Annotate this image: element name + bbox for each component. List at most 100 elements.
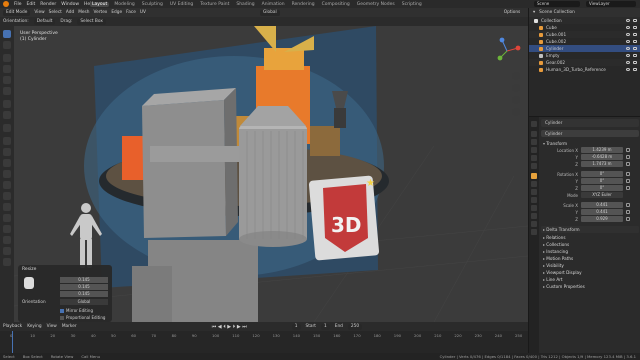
orientation-selector[interactable]: Global bbox=[60, 299, 108, 305]
extrude-tool-icon[interactable] bbox=[3, 137, 11, 145]
render-camera-icon[interactable] bbox=[633, 33, 637, 36]
visibility-eye-icon[interactable] bbox=[626, 40, 630, 43]
render-camera-icon[interactable] bbox=[633, 47, 637, 50]
viewport-display-section[interactable]: Viewport Display bbox=[541, 269, 639, 276]
texture-tab-icon[interactable] bbox=[531, 229, 537, 235]
redo-panel-title[interactable]: Resize bbox=[18, 265, 112, 274]
visibility-eye-icon[interactable] bbox=[626, 68, 630, 71]
zoom-icon[interactable] bbox=[512, 72, 520, 80]
lock-icon[interactable] bbox=[626, 148, 630, 152]
output-tab-icon[interactable] bbox=[531, 139, 537, 145]
outliner-row[interactable]: Cube.002 bbox=[529, 38, 640, 45]
timeline-area[interactable]: 0102030405060708090100110120130140150160… bbox=[0, 331, 528, 353]
render-camera-icon[interactable] bbox=[633, 26, 637, 29]
line-art-section[interactable]: Line Art bbox=[541, 276, 639, 283]
object-tab-icon[interactable] bbox=[531, 173, 537, 179]
menu-render[interactable]: Render bbox=[40, 2, 56, 7]
physics-tab-icon[interactable] bbox=[531, 197, 537, 203]
view-layer-selector[interactable]: ViewLayer bbox=[586, 1, 636, 7]
menu-marker[interactable]: Marker bbox=[62, 324, 77, 329]
tab-compositing[interactable]: Compositing bbox=[320, 2, 352, 7]
rotation-y-field[interactable]: 0° bbox=[581, 178, 623, 184]
particles-tab-icon[interactable] bbox=[531, 189, 537, 195]
menu-keying[interactable]: Keying bbox=[27, 324, 41, 329]
mirror-editing-checkbox[interactable]: Mirror Editing bbox=[60, 308, 93, 313]
blender-logo-icon[interactable] bbox=[3, 1, 9, 7]
shrink-fatten-tool-icon[interactable] bbox=[3, 236, 11, 244]
object-name-field[interactable]: Cylinder bbox=[541, 130, 639, 137]
scene-tab-icon[interactable] bbox=[531, 155, 537, 161]
scale-x-field[interactable]: 0.145 bbox=[60, 277, 108, 283]
lock-icon[interactable] bbox=[626, 179, 630, 183]
shear-tool-icon[interactable] bbox=[3, 247, 11, 255]
gray-lower-block[interactable] bbox=[132, 266, 172, 322]
human-reference[interactable] bbox=[70, 203, 102, 268]
scale-z-field[interactable]: 0.145 bbox=[60, 291, 108, 297]
relations-section[interactable]: Relations bbox=[541, 234, 639, 241]
transform-tool-icon[interactable] bbox=[3, 87, 11, 95]
visibility-eye-icon[interactable] bbox=[626, 61, 630, 64]
location-z-field[interactable]: 1.7473 m bbox=[581, 161, 623, 167]
edge-slide-tool-icon[interactable] bbox=[3, 225, 11, 233]
visibility-eye-icon[interactable] bbox=[626, 19, 630, 22]
start-frame-field[interactable]: 1 bbox=[321, 323, 330, 330]
menu-file[interactable]: File bbox=[14, 2, 22, 7]
constraints-tab-icon[interactable] bbox=[531, 205, 537, 211]
rotation-x-field[interactable]: 0° bbox=[581, 171, 623, 177]
lock-icon[interactable] bbox=[626, 172, 630, 176]
measure-tool-icon[interactable] bbox=[3, 111, 11, 119]
menu-view[interactable]: View bbox=[47, 324, 57, 329]
menu-vertex[interactable]: Vertex bbox=[94, 10, 108, 15]
camera-view-icon[interactable] bbox=[512, 96, 520, 104]
smooth-tool-icon[interactable] bbox=[3, 214, 11, 222]
orange-tower-cap[interactable] bbox=[264, 48, 304, 70]
scale-x-field[interactable]: 0.441 bbox=[581, 202, 623, 208]
collections-section[interactable]: Collections bbox=[541, 241, 639, 248]
render-camera-icon[interactable] bbox=[633, 54, 637, 57]
tab-layout[interactable]: Layout bbox=[90, 1, 110, 7]
menu-mesh[interactable]: Mesh bbox=[78, 10, 89, 15]
gear-strip[interactable] bbox=[150, 146, 240, 162]
scale-y-field[interactable]: 0.441 bbox=[581, 209, 623, 215]
lock-icon[interactable] bbox=[626, 203, 630, 207]
render-camera-icon[interactable] bbox=[633, 68, 637, 71]
inset-tool-icon[interactable] bbox=[3, 148, 11, 156]
annotate-tool-icon[interactable] bbox=[3, 100, 11, 108]
rip-region-tool-icon[interactable] bbox=[3, 258, 11, 266]
material-tab-icon[interactable] bbox=[531, 221, 537, 227]
scale-y-field[interactable]: 0.145 bbox=[60, 284, 108, 290]
poly-build-tool-icon[interactable] bbox=[3, 192, 11, 200]
rotate-tool-icon[interactable] bbox=[3, 65, 11, 73]
menu-select[interactable]: Select bbox=[49, 10, 62, 15]
tab-uv-editing[interactable]: UV Editing bbox=[168, 2, 195, 7]
view-layer-tab-icon[interactable] bbox=[531, 147, 537, 153]
menu-add[interactable]: Add bbox=[66, 10, 74, 15]
options-menu[interactable]: Options bbox=[504, 10, 521, 15]
data-tab-icon[interactable] bbox=[531, 213, 537, 219]
custom-properties-section[interactable]: Custom Properties bbox=[541, 283, 639, 290]
move-tool-icon[interactable] bbox=[3, 54, 11, 62]
playback-controls[interactable]: ⏮ ◀ ⏴ ▶ ⏵ ▶ ⏭ bbox=[212, 324, 247, 330]
outliner-row[interactable]: Human_3D_Turbo_Reference bbox=[529, 66, 640, 73]
current-frame-field[interactable]: 1 bbox=[291, 323, 301, 330]
outliner-row[interactable]: Cube.001 bbox=[529, 31, 640, 38]
render-camera-icon[interactable] bbox=[633, 61, 637, 64]
visibility-eye-icon[interactable] bbox=[626, 47, 630, 50]
menu-edge[interactable]: Edge bbox=[111, 10, 122, 15]
lock-icon[interactable] bbox=[626, 186, 630, 190]
end-frame-field[interactable]: 250 bbox=[347, 323, 363, 330]
tab-sculpting[interactable]: Sculpting bbox=[140, 2, 165, 7]
outliner-row[interactable]: Gear.002 bbox=[529, 59, 640, 66]
tab-rendering[interactable]: Rendering bbox=[290, 2, 317, 7]
tab-texture-paint[interactable]: Texture Paint bbox=[198, 2, 231, 7]
visibility-eye-icon[interactable] bbox=[626, 26, 630, 29]
lock-icon[interactable] bbox=[626, 155, 630, 159]
transform-section[interactable]: Transform bbox=[541, 140, 639, 147]
scale-z-field[interactable]: 0.929 bbox=[581, 216, 623, 222]
delta-transform-section[interactable]: Delta Transform bbox=[541, 226, 639, 233]
spin-tool-icon[interactable] bbox=[3, 203, 11, 211]
tool-tab-icon[interactable] bbox=[531, 121, 537, 127]
outliner-row[interactable]: Cube bbox=[529, 24, 640, 31]
location-x-field[interactable]: 1.4239 m bbox=[581, 147, 623, 153]
render-tab-icon[interactable] bbox=[531, 131, 537, 137]
